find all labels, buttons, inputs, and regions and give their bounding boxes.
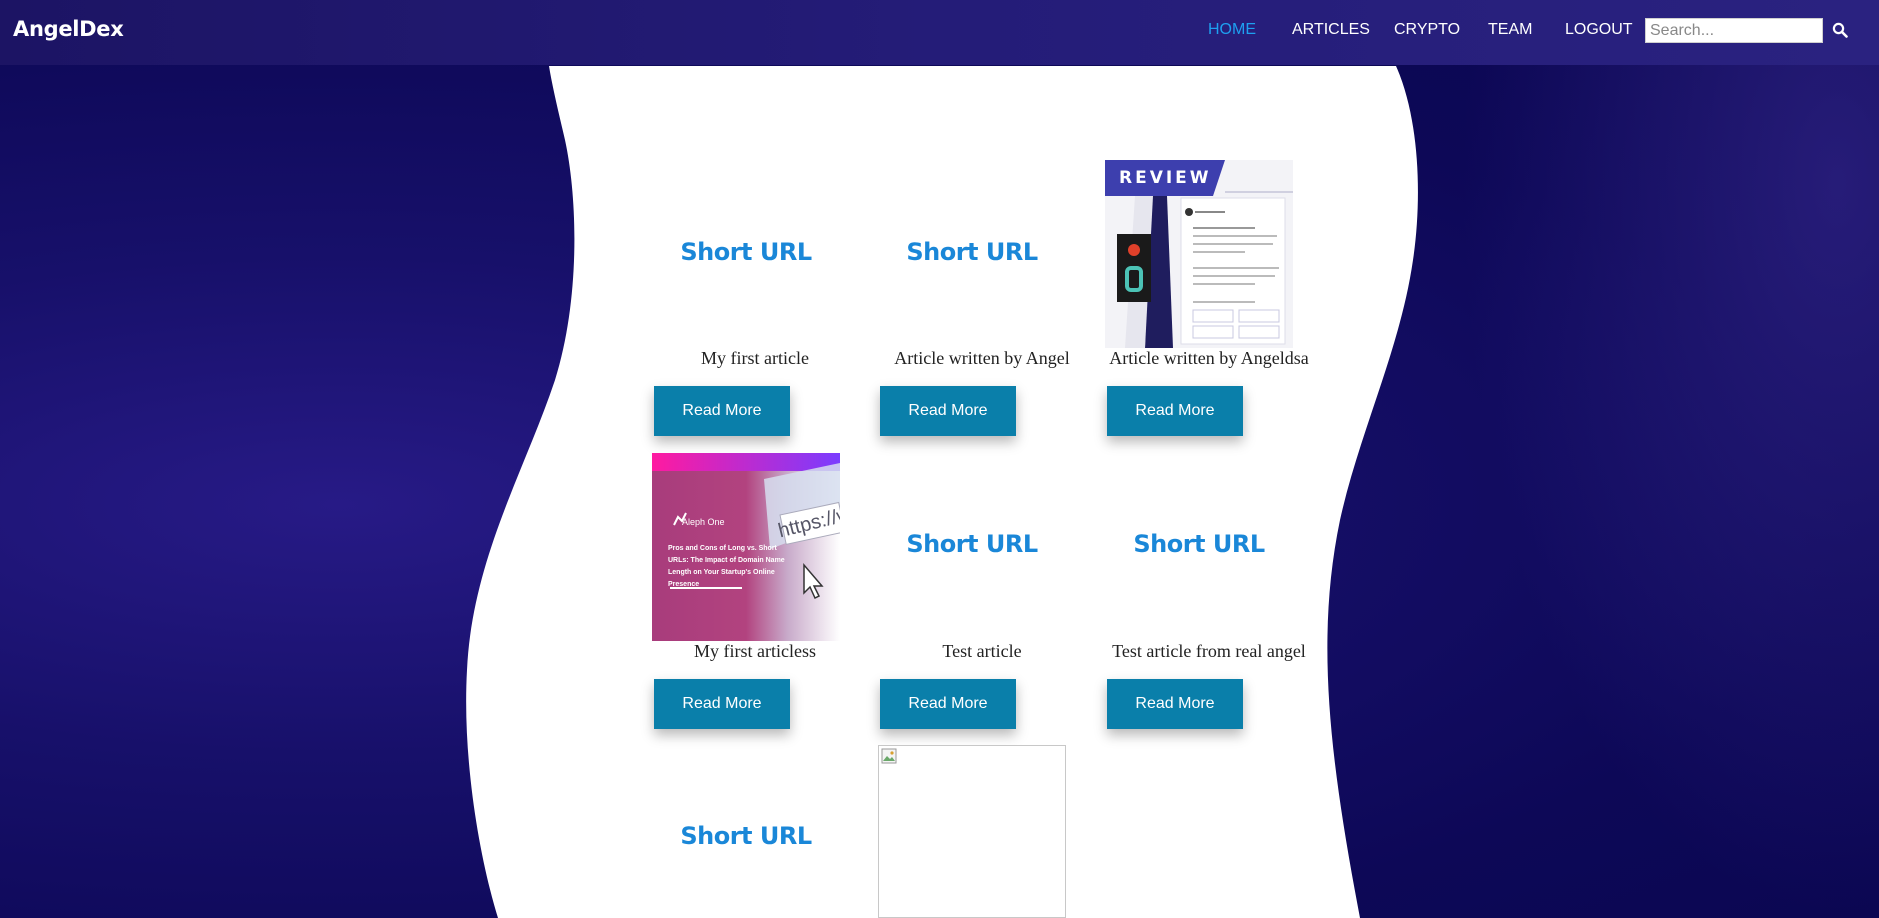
nav-item-articles[interactable]: ARTICLES: [1292, 21, 1370, 39]
nav-item-crypto[interactable]: CRYPTO: [1394, 21, 1460, 39]
card-title: Short URL: [680, 822, 812, 850]
card-description: Article written by Angel: [894, 348, 1070, 368]
read-more-button[interactable]: Read More: [880, 679, 1016, 729]
aleph-logo-text: Aleph One: [682, 517, 725, 527]
nav-item-home[interactable]: HOME: [1208, 21, 1256, 39]
broken-image-icon: [881, 748, 897, 764]
search-icon[interactable]: [1832, 22, 1848, 38]
read-more-button[interactable]: Read More: [1107, 679, 1243, 729]
card-title: Short URL: [1133, 530, 1265, 558]
image-headline: Pros and Cons of Long vs. Short URLs: Th…: [668, 545, 785, 588]
read-more-button[interactable]: Read More: [654, 386, 790, 436]
review-banner-text: REVIEW: [1119, 168, 1212, 188]
card-description: My first article: [701, 348, 809, 368]
review-thumbnail[interactable]: REVIEW: [1105, 160, 1293, 348]
read-more-button[interactable]: Read More: [880, 386, 1016, 436]
card-description: My first articless: [694, 641, 816, 661]
card-description: Test article: [942, 641, 1022, 661]
broken-image-placeholder[interactable]: [878, 745, 1066, 918]
read-more-button[interactable]: Read More: [1107, 386, 1243, 436]
nav-item-team[interactable]: TEAM: [1488, 21, 1532, 39]
articles-grid: Short URL My first article Read More Sho…: [0, 0, 1879, 918]
card-title: Short URL: [906, 530, 1038, 558]
review-illustration: [1105, 160, 1293, 348]
read-more-button[interactable]: Read More: [654, 679, 790, 729]
card-title: Short URL: [680, 238, 812, 266]
search-input[interactable]: [1645, 18, 1823, 43]
top-navbar: AngelDex HOME ARTICLES CRYPTO TEAM LOGOU…: [0, 0, 1879, 65]
nav-item-logout[interactable]: LOGOUT: [1565, 21, 1633, 39]
gradient-thumbnail[interactable]: Aleph One Pros and Cons of Long vs. Shor…: [652, 453, 840, 641]
brand-logo[interactable]: AngelDex: [13, 17, 124, 41]
card-description: Test article from real angel: [1112, 641, 1306, 661]
card-title: Short URL: [906, 238, 1038, 266]
card-description: Article written by Angeldsa: [1109, 348, 1309, 368]
